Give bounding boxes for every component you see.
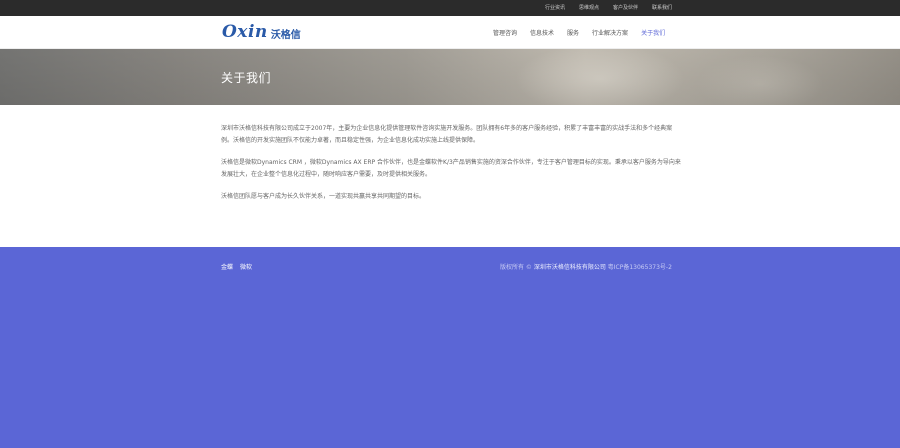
top-link-clients-partners[interactable]: 客户及伙伴 — [613, 0, 638, 16]
top-utility-bar: 行业资讯 思维观点 客户及伙伴 联系我们 — [0, 0, 900, 16]
about-content: 深圳市沃格信科技有限公司成立于2007年，主要为企业信息化提供管理软件咨询实施开… — [0, 105, 900, 247]
icp-number: 粤ICP备13065373号-2 — [607, 264, 672, 271]
logo-chinese-text: 沃格信 — [270, 30, 301, 41]
top-link-industry-news[interactable]: 行业资讯 — [545, 0, 565, 16]
about-paragraph-company: 深圳市沃格信科技有限公司成立于2007年，主要为企业信息化提供管理软件咨询实施开… — [221, 125, 673, 144]
footer-link-kingdee[interactable]: 金蝶 — [221, 262, 233, 271]
top-link-insights[interactable]: 思维观点 — [579, 0, 599, 16]
nav-item-information-technology[interactable]: 信息技术 — [530, 28, 554, 37]
about-paragraph-vision: 沃格信团队愿与客户成为长久伙伴关系，一道实现共赢共享共同期望的目标。 — [221, 193, 426, 200]
footer-copyright: 版权所有 © 深圳市沃格信科技有限公司 粤ICP备13065373号-2 — [500, 262, 672, 271]
about-text-block: 深圳市沃格信科技有限公司成立于2007年，主要为企业信息化提供管理软件咨询实施开… — [221, 123, 681, 213]
site-header: Oxin 沃格信 管理咨询 信息技术 服务 行业解决方案 关于我们 — [0, 16, 900, 49]
page-banner: 关于我们 — [0, 49, 900, 105]
footer-link-microsoft[interactable]: 微软 — [240, 262, 252, 271]
site-logo[interactable]: Oxin 沃格信 — [222, 21, 301, 43]
main-nav: 管理咨询 信息技术 服务 行业解决方案 关于我们 — [493, 16, 665, 49]
nav-item-management-consulting[interactable]: 管理咨询 — [493, 28, 517, 37]
logo-latin-text: Oxin — [222, 22, 268, 42]
top-utility-links: 行业资讯 思维观点 客户及伙伴 联系我们 — [545, 0, 672, 16]
footer-partner-links: 金蝶 微软 — [221, 262, 252, 271]
site-footer: 金蝶 微软 版权所有 © 深圳市沃格信科技有限公司 粤ICP备13065373号… — [0, 247, 900, 448]
copyright-prefix: 版权所有 © — [500, 264, 532, 271]
about-paragraph-partnership: 沃格信是微软Dynamics CRM ，微软Dynamics AX ERP 合作… — [221, 159, 681, 178]
nav-item-industry-solutions[interactable]: 行业解决方案 — [592, 28, 628, 37]
copyright-company: 深圳市沃格信科技有限公司 — [533, 264, 606, 271]
nav-item-about-us[interactable]: 关于我们 — [641, 28, 665, 37]
top-link-contact-us[interactable]: 联系我们 — [652, 0, 672, 16]
page-title: 关于我们 — [221, 71, 272, 85]
nav-item-services[interactable]: 服务 — [567, 28, 579, 37]
